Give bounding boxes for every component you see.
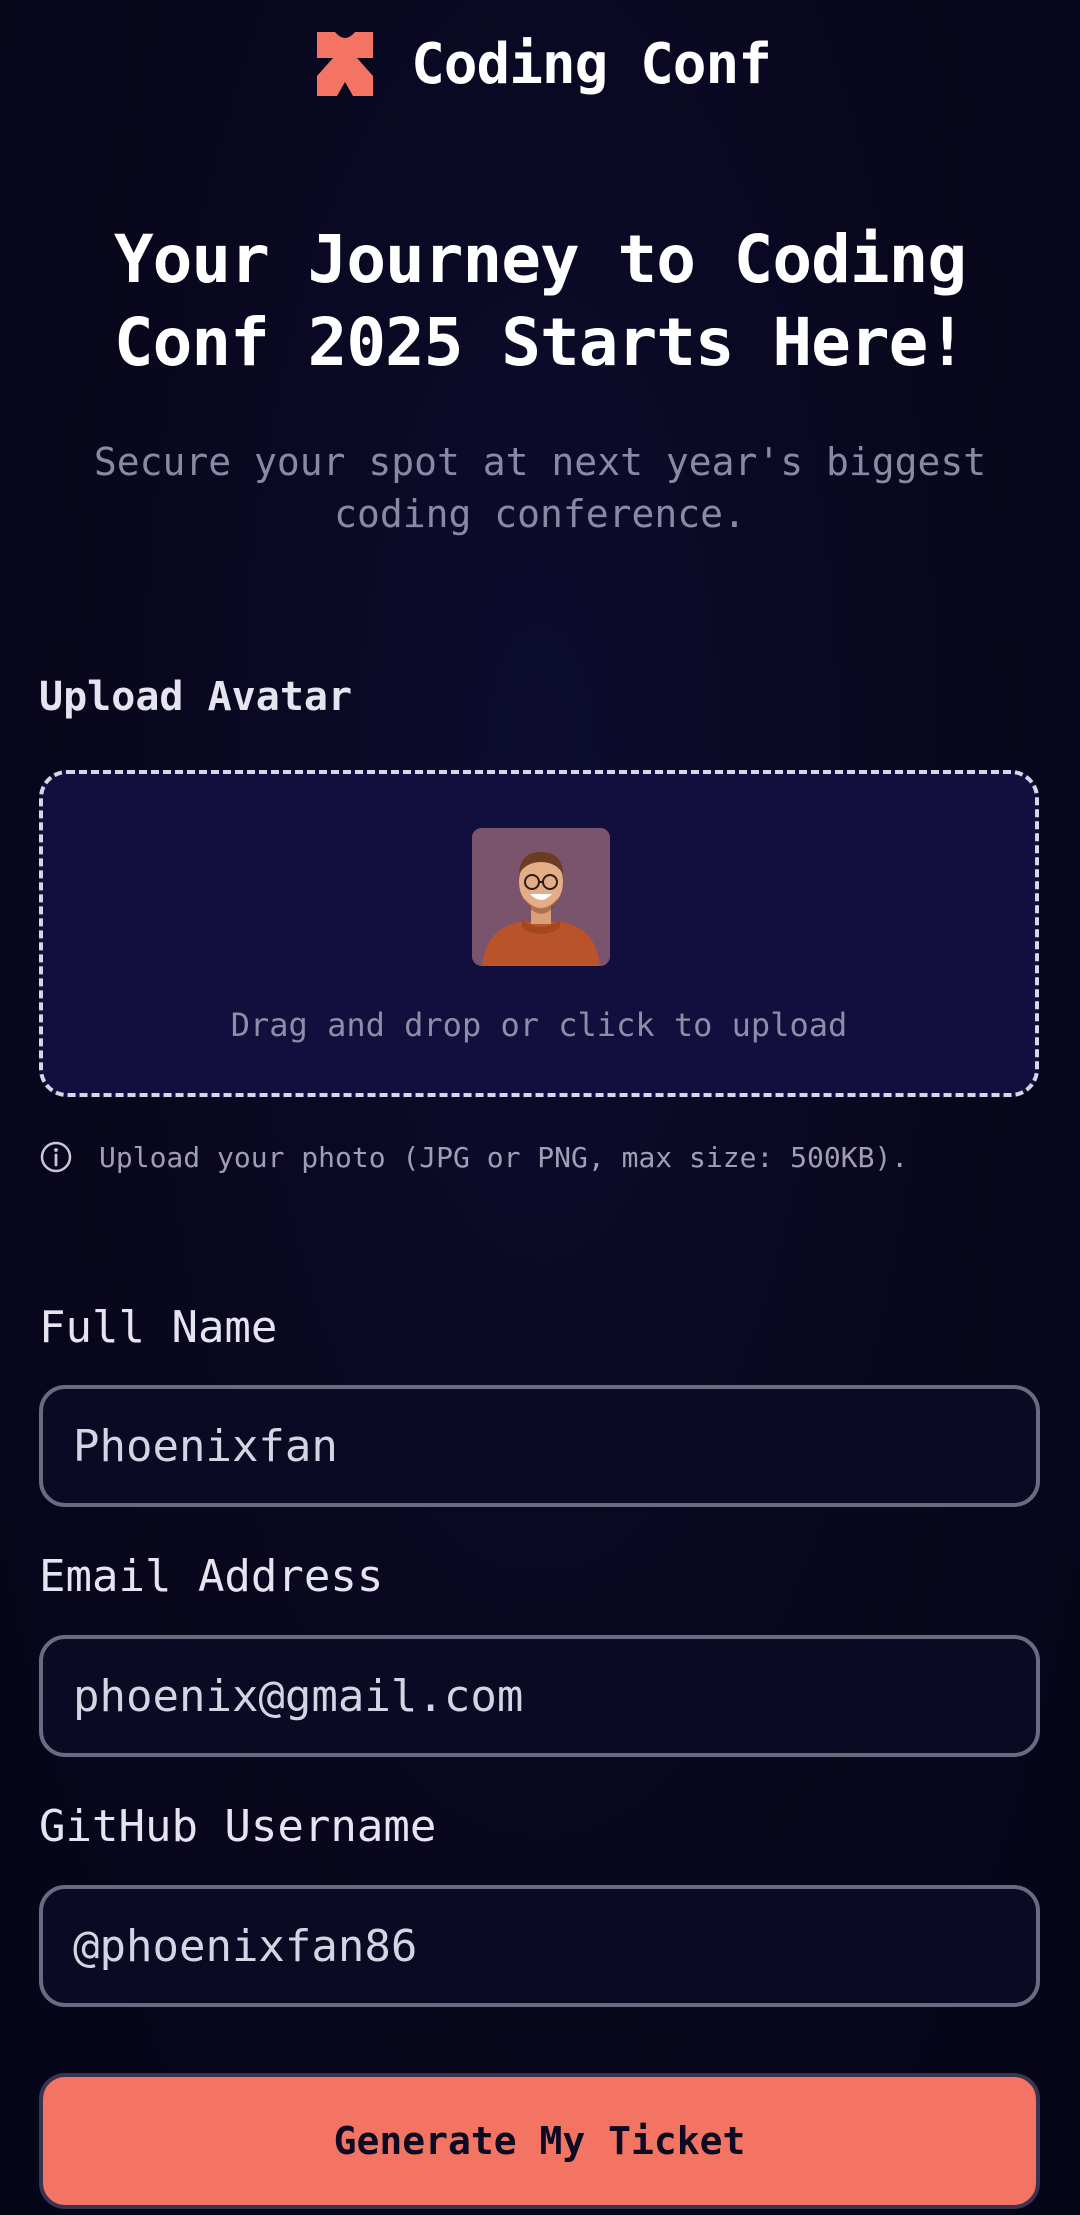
github-username-label: GitHub Username	[39, 1801, 437, 1852]
coding-conf-logo-icon	[317, 32, 374, 96]
email-input[interactable]	[39, 1635, 1040, 1757]
site-header: Coding Conf	[0, 22, 1080, 106]
brand-name: Coding Conf	[411, 31, 772, 97]
upload-avatar-label: Upload Avatar	[39, 674, 353, 720]
page-subtitle: Secure your spot at next year's biggest …	[93, 440, 987, 536]
page-title: Your Journey to Coding Conf 2025 Starts …	[113, 221, 967, 381]
github-username-input[interactable]	[39, 1885, 1040, 2007]
upload-info: Upload your photo (JPG or PNG, max size:…	[39, 1140, 908, 1174]
avatar-preview[interactable]	[472, 828, 610, 966]
upload-info-text: Upload your photo (JPG or PNG, max size:…	[99, 1140, 909, 1174]
full-name-label: Full Name	[39, 1302, 278, 1353]
info-icon	[40, 1141, 72, 1173]
email-label: Email Address	[39, 1551, 384, 1602]
generate-ticket-button[interactable]: Generate My Ticket	[39, 2073, 1040, 2209]
avatar-dropzone[interactable]: Drag and drop or click to upload	[39, 770, 1039, 1097]
upload-hint: Drag and drop or click to upload	[230, 1006, 848, 1044]
full-name-input[interactable]	[39, 1385, 1040, 1507]
